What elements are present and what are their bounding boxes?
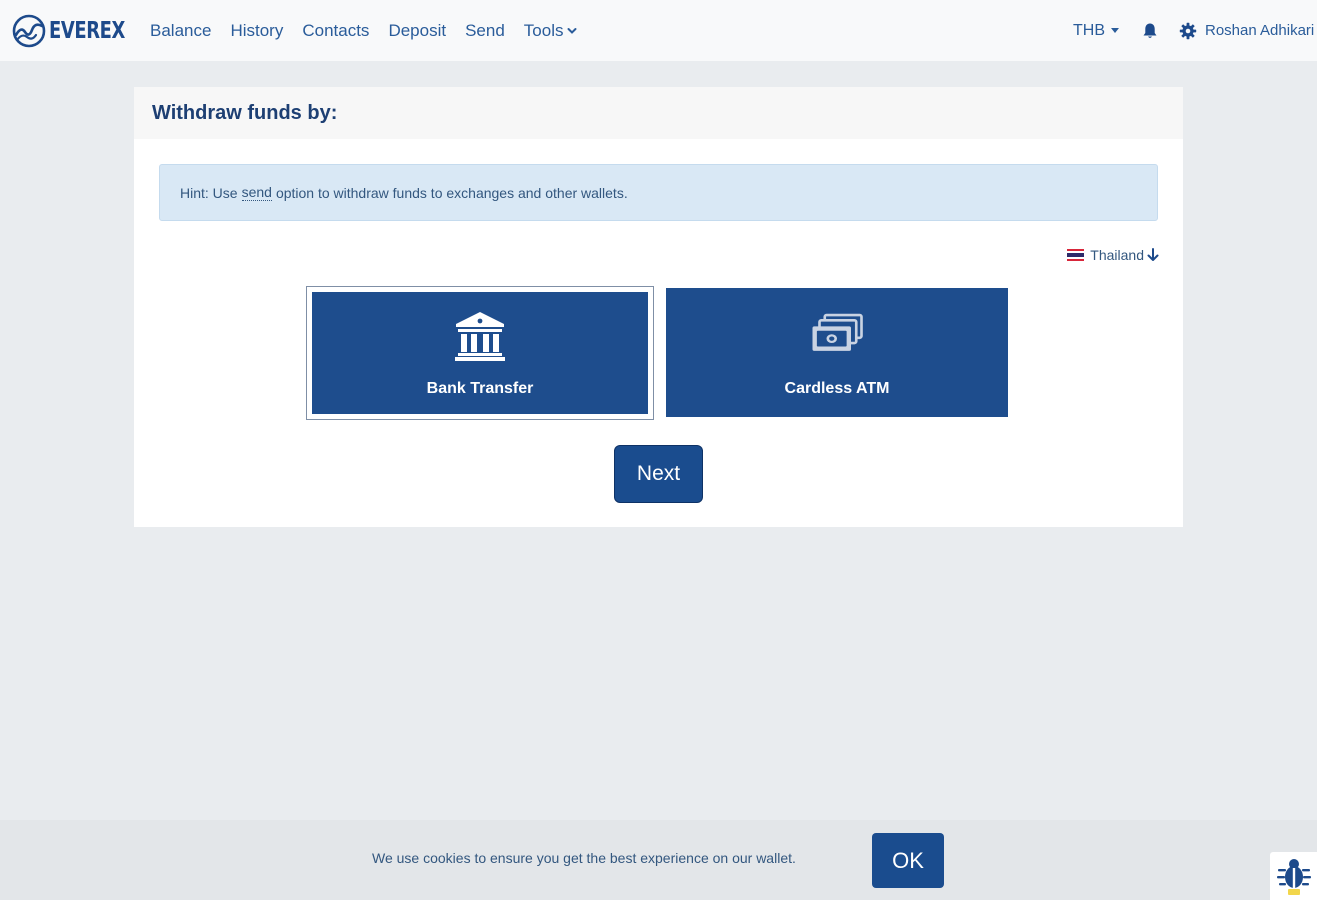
nav-contacts[interactable]: Contacts <box>302 21 369 41</box>
gear-icon[interactable] <box>1179 22 1197 40</box>
hint-text-after: option to withdraw funds to exchanges an… <box>275 184 628 201</box>
nav-balance[interactable]: Balance <box>150 21 211 41</box>
everex-wave-logo-icon <box>12 14 46 47</box>
option-cardless-atm[interactable]: Cardless ATM <box>666 288 1008 417</box>
user-menu[interactable]: Roshan Adhikari <box>1205 22 1317 39</box>
currency-label: THB <box>1073 21 1105 39</box>
brand-logo[interactable]: EVEREX <box>12 0 129 61</box>
nav-tools-dropdown[interactable]: Tools <box>524 21 578 41</box>
brand-name: EVEREX <box>49 17 125 44</box>
nav-history[interactable]: History <box>230 21 283 41</box>
cookie-ok-button[interactable]: OK <box>872 833 944 888</box>
bell-icon[interactable] <box>1141 22 1159 40</box>
page-title: Withdraw funds by: <box>152 101 338 124</box>
withdraw-options: Bank Transfer Cardless ATM <box>307 287 1017 419</box>
cookie-text: We use cookies to ensure you get the bes… <box>372 850 796 866</box>
withdraw-card: Withdraw funds by: Hint: Use send option… <box>134 87 1183 527</box>
caret-down-icon <box>1111 28 1119 33</box>
next-button[interactable]: Next <box>615 446 702 502</box>
currency-selector[interactable]: THB <box>1073 22 1119 40</box>
nav-tools-label: Tools <box>523 20 564 40</box>
nav-links: Balance History Contacts Deposit Send To… <box>150 21 596 41</box>
cookie-banner: We use cookies to ensure you get the bes… <box>0 820 1317 900</box>
nav-right: THB Roshan Adhikari <box>1073 0 1317 61</box>
country-label: Thailand <box>1090 247 1144 263</box>
option-cardless-atm-label: Cardless ATM <box>784 379 890 397</box>
option-bank-transfer-label: Bank Transfer <box>426 380 534 397</box>
bank-icon <box>455 312 505 361</box>
card-header: Withdraw funds by: <box>134 87 1183 139</box>
nav-deposit[interactable]: Deposit <box>388 21 446 41</box>
thailand-flag-icon <box>1067 249 1085 261</box>
bug-icon <box>1276 859 1311 895</box>
hint-send-link[interactable]: send <box>241 184 272 201</box>
money-stack-icon <box>812 313 863 351</box>
option-bank-transfer[interactable]: Bank Transfer <box>307 287 653 419</box>
bug-report-button[interactable] <box>1270 852 1317 900</box>
chevron-down-icon <box>567 27 577 34</box>
arrow-down-icon <box>1147 248 1159 261</box>
hint-alert: Hint: Use send option to withdraw funds … <box>159 164 1158 221</box>
nav-send[interactable]: Send <box>465 21 505 41</box>
top-navbar: EVEREX Balance History Contacts Deposit … <box>0 0 1317 61</box>
hint-text-before: Hint: Use <box>180 184 238 201</box>
country-selector[interactable]: Thailand <box>1067 247 1159 263</box>
